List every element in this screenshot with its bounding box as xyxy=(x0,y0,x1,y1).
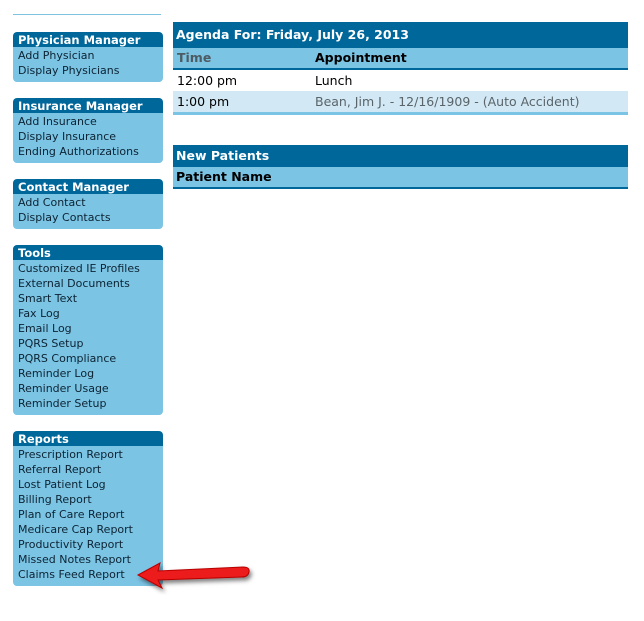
link-missed-notes-report[interactable]: Missed Notes Report xyxy=(18,552,158,567)
physician-manager-box: Physician Manager Add Physician Display … xyxy=(13,32,163,82)
agenda-title: Agenda For: Friday, July 26, 2013 xyxy=(173,22,628,48)
link-external-documents[interactable]: External Documents xyxy=(18,276,158,291)
link-display-physicians[interactable]: Display Physicians xyxy=(18,63,158,78)
link-productivity-report[interactable]: Productivity Report xyxy=(18,537,158,552)
link-add-insurance[interactable]: Add Insurance xyxy=(18,114,158,129)
link-medicare-cap-report[interactable]: Medicare Cap Report xyxy=(18,522,158,537)
link-reminder-setup[interactable]: Reminder Setup xyxy=(18,396,158,411)
link-display-insurance[interactable]: Display Insurance xyxy=(18,129,158,144)
new-patients-panel: New Patients Patient Name xyxy=(173,145,628,189)
link-lost-patient-log[interactable]: Lost Patient Log xyxy=(18,477,158,492)
agenda-row[interactable]: 1:00 pm Bean, Jim J. - 12/16/1909 - (Aut… xyxy=(173,91,628,115)
section-title: Insurance Manager xyxy=(13,98,163,113)
appointment-column-header: Appointment xyxy=(315,50,407,65)
top-divider xyxy=(13,14,161,15)
link-add-physician[interactable]: Add Physician xyxy=(18,48,158,63)
time-column-header: Time xyxy=(177,50,212,65)
link-ending-authorizations[interactable]: Ending Authorizations xyxy=(18,144,158,159)
link-pqrs-compliance[interactable]: PQRS Compliance xyxy=(18,351,158,366)
link-claims-feed-report[interactable]: Claims Feed Report xyxy=(18,567,158,582)
contact-manager-box: Contact Manager Add Contact Display Cont… xyxy=(13,179,163,229)
link-reminder-usage[interactable]: Reminder Usage xyxy=(18,381,158,396)
section-title: Reports xyxy=(13,431,163,446)
section-title: Physician Manager xyxy=(13,32,163,47)
section-title: Tools xyxy=(13,245,163,260)
section-title: Contact Manager xyxy=(13,179,163,194)
tools-box: Tools Customized IE Profiles External Do… xyxy=(13,245,163,415)
link-prescription-report[interactable]: Prescription Report xyxy=(18,447,158,462)
link-plan-of-care-report[interactable]: Plan of Care Report xyxy=(18,507,158,522)
link-reminder-log[interactable]: Reminder Log xyxy=(18,366,158,381)
main-content: Agenda For: Friday, July 26, 2013 Time A… xyxy=(173,22,628,189)
link-display-contacts[interactable]: Display Contacts xyxy=(18,210,158,225)
link-billing-report[interactable]: Billing Report xyxy=(18,492,158,507)
link-email-log[interactable]: Email Log xyxy=(18,321,158,336)
agenda-time: 12:00 pm xyxy=(177,73,238,88)
new-patients-title: New Patients xyxy=(173,145,628,167)
insurance-manager-box: Insurance Manager Add Insurance Display … xyxy=(13,98,163,163)
link-smart-text[interactable]: Smart Text xyxy=(18,291,158,306)
agenda-panel: Agenda For: Friday, July 26, 2013 Time A… xyxy=(173,22,628,115)
agenda-appointment: Lunch xyxy=(315,73,353,88)
patient-name-column-header: Patient Name xyxy=(176,169,272,184)
link-pqrs-setup[interactable]: PQRS Setup xyxy=(18,336,158,351)
sidebar: Physician Manager Add Physician Display … xyxy=(13,32,163,602)
link-add-contact[interactable]: Add Contact xyxy=(18,195,158,210)
new-patients-header-row: Patient Name xyxy=(173,167,628,189)
link-customized-ie-profiles[interactable]: Customized IE Profiles xyxy=(18,261,158,276)
link-fax-log[interactable]: Fax Log xyxy=(18,306,158,321)
agenda-appointment[interactable]: Bean, Jim J. - 12/16/1909 - (Auto Accide… xyxy=(315,91,628,112)
agenda-row[interactable]: 12:00 pm Lunch xyxy=(173,70,628,91)
reports-box: Reports Prescription Report Referral Rep… xyxy=(13,431,163,586)
link-referral-report[interactable]: Referral Report xyxy=(18,462,158,477)
agenda-header-row: Time Appointment xyxy=(173,48,628,70)
agenda-time: 1:00 pm xyxy=(177,94,230,109)
